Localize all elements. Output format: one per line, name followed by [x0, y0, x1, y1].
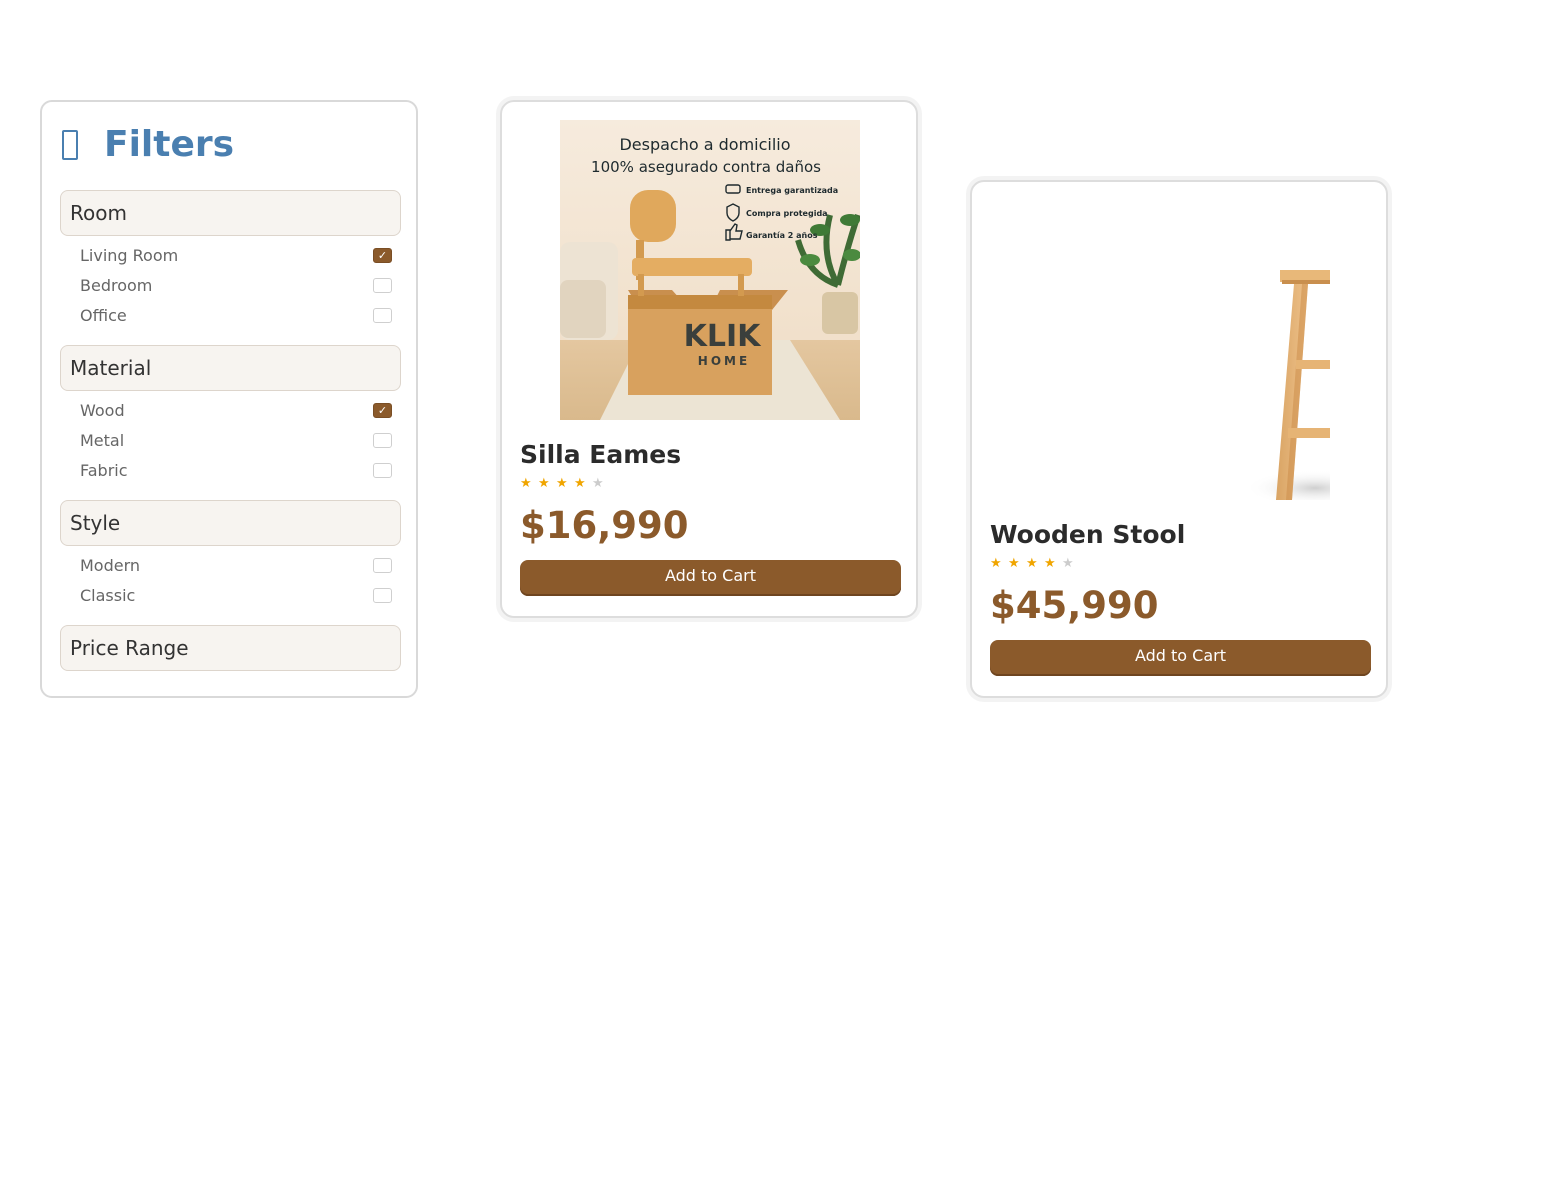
filter-option-modern[interactable]: Modern [80, 554, 392, 576]
star-icon: ★ [520, 476, 532, 491]
product-name[interactable]: Wooden Stool [990, 520, 1185, 549]
filter-option-label: Office [80, 305, 127, 325]
wood-checkbox[interactable]: ✓ [373, 402, 392, 418]
star-icon: ★ [538, 476, 550, 491]
filters-header: Filters [62, 124, 234, 165]
filter-group-room-header[interactable]: Room [60, 190, 401, 236]
filter-option-label: Classic [80, 585, 136, 605]
ad-feature-2: Compra protegida [746, 209, 828, 218]
filter-option-label: Living Room [80, 245, 179, 265]
metal-checkbox[interactable] [373, 432, 392, 448]
star-icon: ★ [990, 556, 1002, 571]
classic-checkbox[interactable] [373, 587, 392, 603]
product-image[interactable] [1030, 200, 1330, 500]
product-listing-page: Filters Room Living Room ✓ Bedroom Offic… [0, 0, 1548, 1178]
filter-icon [62, 129, 78, 160]
filters-title: Filters [104, 124, 235, 165]
star-icon: ★ [1044, 556, 1056, 571]
ad-headline-2: 100% asegurado contra daños [591, 158, 821, 176]
filter-option-label: Fabric [80, 460, 128, 480]
product-name[interactable]: Silla Eames [520, 440, 681, 469]
fabric-checkbox[interactable] [373, 462, 392, 478]
filter-option-wood[interactable]: Wood ✓ [80, 399, 392, 421]
ad-box-sub: HOME [698, 354, 750, 368]
star-icon: ★ [556, 476, 568, 491]
product-price: $45,990 [990, 584, 1159, 627]
star-empty-icon: ★ [1062, 556, 1074, 571]
filter-option-office[interactable]: Office [80, 304, 392, 326]
star-icon: ★ [1008, 556, 1020, 571]
filter-option-label: Bedroom [80, 275, 153, 295]
filter-option-bedroom[interactable]: Bedroom [80, 274, 392, 296]
product-rating: ★ ★ ★ ★ ★ [990, 556, 1080, 571]
star-icon: ★ [1026, 556, 1038, 571]
modern-checkbox[interactable] [373, 557, 392, 573]
filter-group-price-range-header[interactable]: Price Range [60, 625, 401, 671]
product-price: $16,990 [520, 504, 689, 547]
filter-option-fabric[interactable]: Fabric [80, 459, 392, 481]
filter-option-label: Modern [80, 555, 141, 575]
filter-group-style-header[interactable]: Style [60, 500, 401, 546]
product-card[interactable]: Despacho a domicilio 100% asegurado cont… [500, 100, 918, 618]
ad-feature-3: Garantía 2 años [746, 231, 818, 240]
office-checkbox[interactable] [373, 307, 392, 323]
living-room-checkbox[interactable]: ✓ [373, 247, 392, 263]
filter-option-label: Metal [80, 430, 125, 450]
add-to-cart-button[interactable]: Add to Cart [990, 640, 1371, 676]
product-card[interactable]: Wooden Stool ★ ★ ★ ★ ★ $45,990 Add to Ca… [970, 180, 1388, 698]
filter-option-living-room[interactable]: Living Room ✓ [80, 244, 392, 266]
star-icon: ★ [574, 476, 586, 491]
ad-headline-1: Despacho a domicilio [619, 135, 790, 154]
filter-group-material-header[interactable]: Material [60, 345, 401, 391]
ad-feature-1: Entrega garantizada [746, 186, 838, 195]
star-empty-icon: ★ [592, 476, 604, 491]
bedroom-checkbox[interactable] [373, 277, 392, 293]
add-to-cart-button[interactable]: Add to Cart [520, 560, 901, 596]
ad-box-brand: KLIK [684, 319, 763, 354]
filters-sidebar: Filters Room Living Room ✓ Bedroom Offic… [40, 100, 418, 698]
product-rating: ★ ★ ★ ★ ★ [520, 476, 610, 491]
filter-option-classic[interactable]: Classic [80, 584, 392, 606]
filter-option-metal[interactable]: Metal [80, 429, 392, 451]
product-image[interactable]: Despacho a domicilio 100% asegurado cont… [560, 120, 860, 420]
filter-option-label: Wood [80, 400, 125, 420]
